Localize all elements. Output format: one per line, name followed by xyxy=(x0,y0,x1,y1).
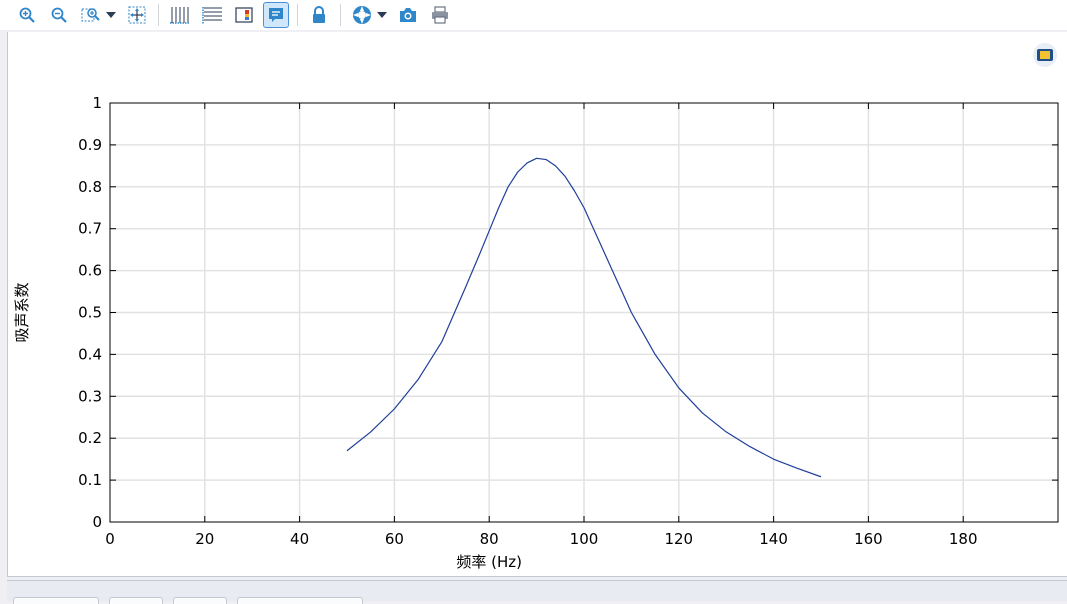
toolbar-separator xyxy=(340,4,341,26)
camera-icon xyxy=(400,8,416,22)
toolbar-separator xyxy=(297,4,298,26)
y-tick-label: 1 xyxy=(92,94,102,112)
toolbar-separator xyxy=(158,4,159,26)
lock-button[interactable] xyxy=(306,2,332,28)
y-tick-label: 0.5 xyxy=(78,304,102,322)
x-grid-button[interactable] xyxy=(167,2,193,28)
y-grid-button[interactable] xyxy=(199,2,225,28)
zoom-box-dropdown[interactable] xyxy=(106,2,116,28)
color-legend-button[interactable] xyxy=(231,2,257,28)
plot-toolbar xyxy=(0,0,1067,30)
y-tick-label: 0.8 xyxy=(78,178,102,196)
x-tick-label: 40 xyxy=(290,530,309,548)
y-tick-label: 0.1 xyxy=(78,471,102,489)
scene-light-icon xyxy=(353,6,371,24)
zoom-out-button[interactable] xyxy=(46,2,72,28)
x-tick-label: 20 xyxy=(195,530,214,548)
x-tick-label: 0 xyxy=(105,530,115,548)
y-tick-label: 0.7 xyxy=(78,220,102,238)
x-grid-icon xyxy=(170,7,190,24)
caret-down-icon xyxy=(377,12,387,18)
scene-light-button[interactable] xyxy=(349,2,375,28)
absorption-chart: 0 20 40 60 80 100 120 140 160 180 0 0.1 0.2 0.3 0.4 0.5… xyxy=(13,94,1059,571)
plot-window: 0 20 40 60 80 100 120 140 160 180 0 0.1 0.2 0.3 0.4 0.5… xyxy=(7,32,1067,577)
bottom-window-tabs xyxy=(7,580,1067,604)
y-tick-label: 0.2 xyxy=(78,429,102,447)
legend-button[interactable] xyxy=(263,2,289,28)
bottom-tab[interactable] xyxy=(13,597,99,604)
x-tick-label: 180 xyxy=(949,530,978,548)
x-tick-label: 60 xyxy=(385,530,404,548)
x-tick-label: 120 xyxy=(664,530,693,548)
y-tick-label: 0 xyxy=(92,513,102,531)
camera-button[interactable] xyxy=(395,2,421,28)
zoom-box-button[interactable] xyxy=(78,2,104,28)
zoom-extents-button[interactable] xyxy=(124,2,150,28)
x-tick-label: 80 xyxy=(480,530,499,548)
y-grid-icon xyxy=(202,7,222,24)
y-tick-label: 0.4 xyxy=(78,345,102,363)
x-tick-label: 100 xyxy=(570,530,599,548)
scene-light-dropdown[interactable] xyxy=(377,2,387,28)
y-tick-label: 0.6 xyxy=(78,262,102,280)
lock-icon xyxy=(313,6,325,23)
bottom-tab[interactable] xyxy=(173,597,227,604)
bottom-tab[interactable] xyxy=(109,597,163,604)
zoom-extents-icon xyxy=(128,6,146,24)
x-tick-label: 140 xyxy=(759,530,788,548)
color-legend-icon xyxy=(235,7,253,23)
bottom-tab[interactable] xyxy=(237,597,363,604)
zoom-box-icon xyxy=(81,8,100,22)
x-tick-label: 160 xyxy=(854,530,883,548)
legend-icon xyxy=(269,8,283,22)
print-icon xyxy=(432,6,448,24)
zoom-out-icon xyxy=(51,7,67,23)
print-button[interactable] xyxy=(427,2,453,28)
zoom-in-icon xyxy=(19,7,35,23)
y-tick-label: 0.9 xyxy=(78,136,102,154)
y-axis-label: 吸声系数 xyxy=(13,282,31,342)
y-tick-label: 0.3 xyxy=(78,387,102,405)
caret-down-icon xyxy=(106,12,116,18)
zoom-in-button[interactable] xyxy=(14,2,40,28)
x-axis-label: 频率 (Hz) xyxy=(456,553,522,571)
